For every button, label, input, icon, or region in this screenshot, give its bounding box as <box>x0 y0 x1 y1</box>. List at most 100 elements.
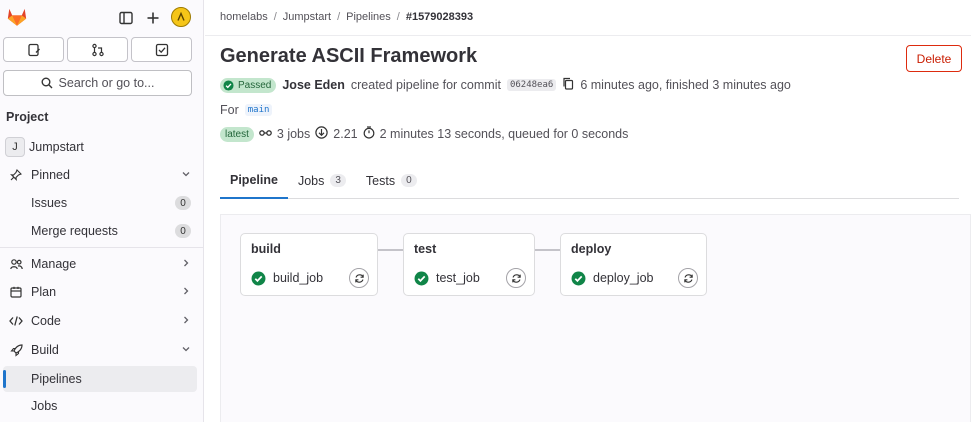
tab-jobs[interactable]: Jobs 3 <box>288 162 356 199</box>
status-label: Passed <box>238 79 272 91</box>
sidebar-item-label: Jumpstart <box>29 140 84 154</box>
timer-icon <box>363 126 375 142</box>
breadcrumb-item-group[interactable]: homelabs <box>220 11 268 23</box>
breadcrumb-separator: / <box>396 11 400 23</box>
sidebar-item-code[interactable]: Code <box>3 308 197 334</box>
issues-shortcut-button[interactable] <box>3 37 64 62</box>
sidebar: Search or go to... Project J Jumpstart P… <box>0 0 204 422</box>
commit-sha-link[interactable]: 06248ea6 <box>506 79 557 91</box>
chevron-down-icon <box>181 344 191 357</box>
retry-icon[interactable] <box>506 268 526 288</box>
breadcrumb-item-pipelines[interactable]: Pipelines <box>346 11 391 23</box>
pipeline-icon <box>259 127 272 141</box>
status-success-icon <box>571 271 586 285</box>
sidebar-item-build[interactable]: Build <box>3 337 197 363</box>
copy-icon[interactable] <box>562 77 574 93</box>
status-success-icon <box>414 271 429 285</box>
sidebar-item-label: Pipelines <box>31 372 82 386</box>
sidebar-item-label: Plan <box>31 285 57 299</box>
sidebar-item-pinned[interactable]: Pinned <box>3 162 197 188</box>
stage-title: test <box>414 242 437 256</box>
breadcrumb: homelabs / Jumpstart / Pipelines / #1579… <box>220 11 473 23</box>
pipeline-graph: build build_job test test_job deploy dep… <box>220 214 971 422</box>
job-item[interactable]: deploy_job <box>571 268 698 288</box>
stage-test: test test_job <box>403 233 535 296</box>
jobs-count-text: 3 jobs <box>276 127 311 141</box>
download-icon <box>315 126 328 142</box>
sidebar-item-label: Manage <box>31 257 77 271</box>
created-text: created pipeline for commit <box>350 78 501 92</box>
job-name: build_job <box>273 271 324 285</box>
todo-shortcut-button[interactable] <box>131 37 192 62</box>
pipeline-tabs: Pipeline Jobs 3 Tests 0 <box>220 162 959 199</box>
sidebar-item-manage[interactable]: Manage <box>3 251 197 277</box>
merge-request-icon <box>91 43 104 56</box>
pipeline-meta: Passed Jose Eden created pipeline for co… <box>220 77 791 93</box>
create-new-icon[interactable] <box>143 8 163 28</box>
tab-label: Jobs <box>297 173 325 188</box>
pin-icon <box>5 169 27 181</box>
gitlab-logo-icon[interactable] <box>6 6 28 28</box>
latest-badge: latest <box>220 126 254 142</box>
retry-icon[interactable] <box>349 268 369 288</box>
search-label: Search or go to... <box>58 76 155 90</box>
user-avatar[interactable] <box>171 7 191 27</box>
project-avatar: J <box>5 137 25 157</box>
job-item[interactable]: test_job <box>414 268 526 288</box>
stage-deploy: deploy deploy_job <box>560 233 707 296</box>
page-title: Generate ASCII Framework <box>220 45 478 67</box>
main-content: homelabs / Jumpstart / Pipelines / #1579… <box>205 0 971 422</box>
tab-label: Tests <box>365 173 396 188</box>
sidebar-item-label: Jobs <box>31 399 58 413</box>
sidebar-item-plan[interactable]: Plan <box>3 279 197 305</box>
sidebar-section-title: Project <box>6 110 49 124</box>
job-item[interactable]: build_job <box>251 268 369 288</box>
status-badge[interactable]: Passed <box>220 77 277 93</box>
issues-count-badge: 0 <box>175 196 191 210</box>
pipeline-stats: latest 3 jobs 2.21 2 minutes 13 seconds,… <box>220 126 628 142</box>
sidebar-item-label: Code <box>31 314 61 328</box>
status-success-icon <box>223 79 234 91</box>
sidebar-top <box>0 6 203 30</box>
sidebar-item-jobs[interactable]: Jobs <box>3 393 197 419</box>
code-icon <box>5 315 27 327</box>
tab-tests[interactable]: Tests 0 <box>356 162 427 199</box>
chevron-right-icon <box>181 286 191 299</box>
job-name: test_job <box>436 271 480 285</box>
merge-requests-count-badge: 0 <box>175 224 191 238</box>
issues-icon <box>27 43 40 56</box>
tab-label: Pipeline <box>230 172 278 187</box>
author-link[interactable]: Jose Eden <box>282 78 345 92</box>
merge-requests-shortcut-button[interactable] <box>67 37 128 62</box>
chevron-right-icon <box>181 315 191 328</box>
search-icon <box>41 77 53 89</box>
breadcrumb-item-project[interactable]: Jumpstart <box>283 11 331 23</box>
duration-text: 2 minutes 13 seconds, queued for 0 secon… <box>379 127 629 141</box>
sidebar-divider <box>0 247 204 248</box>
stage-build: build build_job <box>240 233 378 296</box>
chevron-down-icon <box>181 169 191 182</box>
search-button[interactable]: Search or go to... <box>3 70 192 96</box>
quick-actions <box>3 37 192 62</box>
sidebar-item-pipelines[interactable]: Pipelines <box>3 366 197 392</box>
ref-info: For main <box>220 103 273 117</box>
sidebar-item-issues[interactable]: Issues 0 <box>3 190 197 216</box>
chevron-right-icon <box>181 258 191 271</box>
status-success-icon <box>251 271 266 285</box>
sidebar-item-merge-requests[interactable]: Merge requests 0 <box>3 218 197 244</box>
retry-icon[interactable] <box>678 268 698 288</box>
breadcrumb-item-current[interactable]: #1579028393 <box>406 11 473 23</box>
sidebar-item-project[interactable]: J Jumpstart <box>3 134 197 160</box>
header-divider <box>205 35 971 36</box>
users-icon <box>5 258 27 270</box>
delete-button[interactable]: Delete <box>906 45 962 72</box>
tab-pipeline[interactable]: Pipeline <box>220 162 288 199</box>
sidebar-item-label: Build <box>31 343 59 357</box>
sidebar-toggle-icon[interactable] <box>116 8 136 28</box>
job-name: deploy_job <box>593 271 654 285</box>
breadcrumb-separator: / <box>337 11 341 23</box>
branch-link[interactable]: main <box>244 104 273 116</box>
sidebar-item-label: Pinned <box>31 168 70 182</box>
sidebar-item-label: Issues <box>31 196 68 210</box>
version-text: 2.21 <box>333 127 358 141</box>
